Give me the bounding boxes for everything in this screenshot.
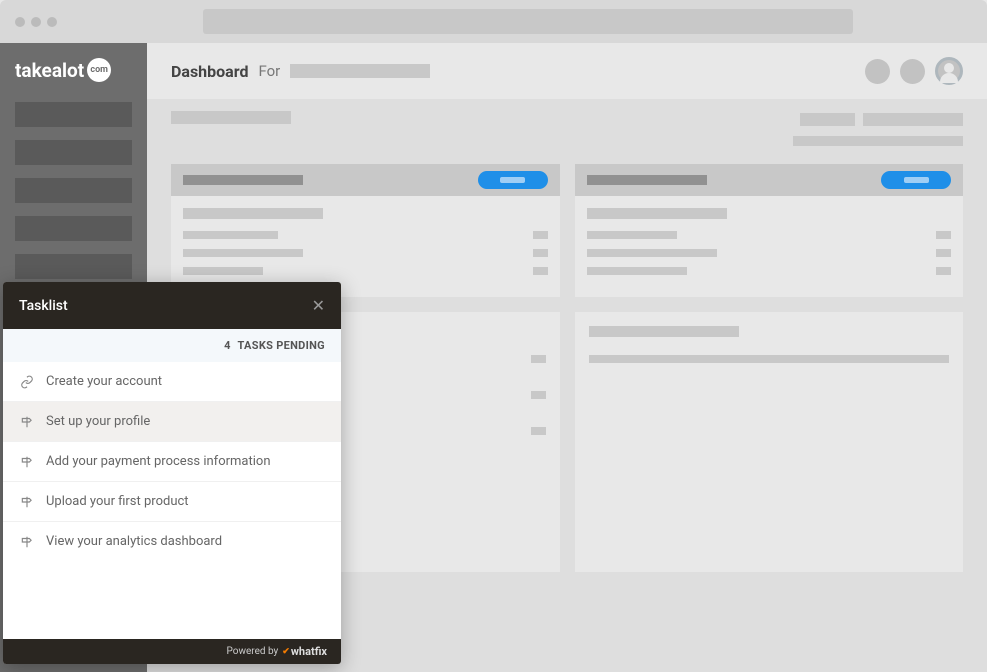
placeholder: [587, 231, 677, 239]
window-minimize-dot[interactable]: [31, 17, 41, 27]
tasks-pending-bar: 4 TASKS PENDING: [3, 329, 341, 362]
placeholder: [290, 64, 430, 78]
task-item[interactable]: View your analytics dashboard: [3, 522, 341, 561]
tasklist-header: Tasklist ✕: [3, 282, 341, 329]
task-item-label: Create your account: [46, 374, 162, 389]
tasklist-footer: Powered by whatfix: [3, 639, 341, 664]
placeholder: [171, 111, 291, 124]
signpost-icon: [19, 414, 34, 429]
task-item[interactable]: Upload your first product: [3, 482, 341, 522]
tasklist-title: Tasklist: [19, 298, 68, 314]
task-item-label: Add your payment process information: [46, 454, 271, 469]
placeholder: [533, 249, 548, 257]
placeholder: [533, 267, 548, 275]
placeholder: [587, 175, 707, 185]
placeholder: [936, 249, 951, 257]
placeholder: [531, 355, 546, 363]
sidebar-item[interactable]: [15, 178, 132, 203]
page-title: Dashboard: [171, 62, 248, 81]
signpost-icon: [19, 454, 34, 469]
link-icon: [19, 374, 34, 389]
signpost-icon: [19, 494, 34, 509]
task-item[interactable]: Set up your profile: [3, 402, 341, 442]
placeholder: [587, 267, 687, 275]
placeholder: [936, 231, 951, 239]
task-item[interactable]: Add your payment process information: [3, 442, 341, 482]
whatfix-logo: whatfix: [282, 645, 327, 658]
brand-name: takealot: [15, 59, 84, 82]
sidebar-item[interactable]: [15, 102, 132, 127]
page-header: Dashboard For: [147, 43, 987, 99]
brand-logo: takealotcom: [0, 58, 147, 102]
placeholder: [183, 231, 278, 239]
placeholder: [183, 208, 323, 219]
powered-by-label: Powered by: [227, 646, 279, 657]
placeholder: [936, 267, 951, 275]
header-icon[interactable]: [900, 59, 925, 84]
placeholder: [183, 249, 303, 257]
task-item-label: Upload your first product: [46, 494, 189, 509]
placeholder: [183, 267, 263, 275]
card-action-button[interactable]: [881, 171, 951, 189]
dashboard-card: [575, 164, 964, 297]
pending-label: TASKS PENDING: [238, 339, 325, 352]
placeholder: [589, 355, 950, 363]
placeholder: [183, 175, 303, 185]
card-header: [575, 164, 964, 196]
sidebar-item[interactable]: [15, 216, 132, 241]
dashboard-card: [171, 164, 560, 297]
task-item-label: Set up your profile: [46, 414, 150, 429]
task-item[interactable]: Create your account: [3, 362, 341, 402]
placeholder: [531, 427, 546, 435]
dashboard-card: [575, 312, 964, 572]
tasklist-popup: Tasklist ✕ 4 TASKS PENDING Create your a…: [3, 282, 341, 664]
header-icon[interactable]: [865, 59, 890, 84]
window-maximize-dot[interactable]: [47, 17, 57, 27]
sidebar-item[interactable]: [15, 254, 132, 279]
signpost-icon: [19, 534, 34, 549]
tasklist-body: Create your account Set up your profile Ad…: [3, 362, 341, 639]
card-header: [171, 164, 560, 196]
brand-ext: com: [87, 58, 111, 82]
placeholder: [589, 326, 739, 337]
pending-count: 4: [224, 339, 231, 352]
sidebar-item[interactable]: [15, 140, 132, 165]
placeholder: [531, 391, 546, 399]
close-icon[interactable]: ✕: [312, 296, 325, 315]
placeholder: [587, 208, 727, 219]
page-subtitle: For: [258, 62, 280, 80]
window-chrome: [0, 0, 987, 43]
window-close-dot[interactable]: [15, 17, 25, 27]
card-action-button[interactable]: [478, 171, 548, 189]
placeholder: [587, 249, 717, 257]
address-bar[interactable]: [203, 9, 853, 34]
task-item-label: View your analytics dashboard: [46, 534, 222, 549]
placeholder-group: [793, 111, 963, 146]
placeholder: [533, 231, 548, 239]
user-avatar[interactable]: [935, 57, 963, 85]
